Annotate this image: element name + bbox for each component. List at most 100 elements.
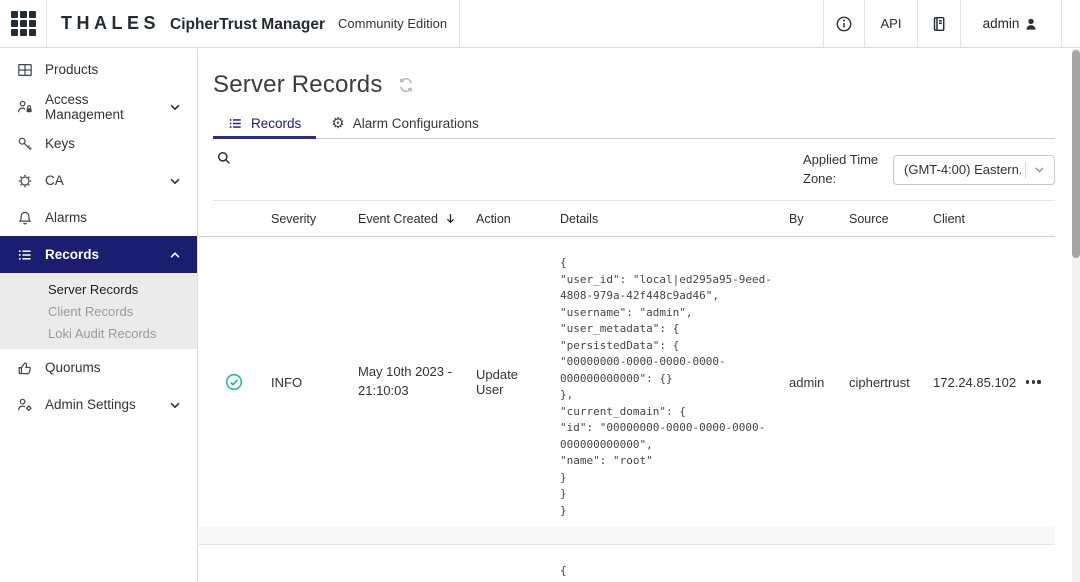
more-options-icon: [1026, 380, 1043, 383]
sidebar-item-products[interactable]: Products: [0, 51, 197, 88]
filter-row: Applied Time Zone: (GMT-4:00) Eastern...: [213, 139, 1055, 201]
bell-icon: [17, 210, 33, 226]
scrollbar-thumb[interactable]: [1072, 50, 1080, 258]
username-label: admin: [983, 16, 1020, 31]
brand-logo: THALES CipherTrust Manager: [61, 13, 325, 34]
chevron-down-icon: [168, 174, 182, 188]
app-launcher-icon[interactable]: [11, 11, 37, 37]
severity-status-cell: [213, 545, 271, 582]
search-icon[interactable]: [216, 150, 232, 166]
sidebar-item-label: Keys: [45, 136, 75, 151]
ciphertrust-manager-app: THALES CipherTrust Manager Community Edi…: [0, 0, 1080, 582]
column-event-created[interactable]: Event Created: [358, 212, 476, 226]
column-by[interactable]: By: [789, 212, 849, 226]
row-menu-button[interactable]: [1020, 380, 1055, 383]
column-source[interactable]: Source: [849, 212, 933, 226]
chevron-down-icon: [168, 398, 182, 412]
severity-cell: INFO: [271, 375, 358, 390]
sidebar-item-label: CA: [45, 173, 64, 188]
tab-records[interactable]: Records: [213, 111, 316, 139]
severity-cell: [271, 545, 358, 582]
event-created-cell: May 10th 2023 - 21:10:03: [358, 363, 468, 401]
tab-label: Records: [251, 116, 301, 131]
column-severity[interactable]: Severity: [271, 212, 358, 226]
divider: [459, 0, 460, 47]
documentation-button[interactable]: [918, 0, 960, 47]
divider: [46, 0, 47, 47]
tab-alarm-configurations[interactable]: ⚙ Alarm Configurations: [316, 111, 494, 139]
chevron-down-icon: [1033, 163, 1046, 176]
action-cell: [476, 545, 560, 582]
refresh-icon[interactable]: [397, 76, 415, 94]
user-menu-button[interactable]: admin: [961, 0, 1061, 47]
by-cell: admin: [789, 375, 849, 390]
info-icon: [835, 15, 853, 33]
column-details[interactable]: Details: [560, 212, 789, 226]
submenu-item-loki-audit-records[interactable]: Loki Audit Records: [0, 322, 197, 344]
details-cell: { "user_id": "local|ed295a95-9eed- 4808-…: [560, 237, 789, 527]
details-cell: { "user_id": "local|ed295a95-9eed-: [560, 545, 789, 582]
severity-status-cell: [213, 373, 271, 391]
divider: [1025, 162, 1026, 178]
details-json: { "user_id": "local|ed295a95-9eed- 4808-…: [560, 255, 785, 519]
action-cell: Update User: [476, 367, 560, 397]
client-cell: [933, 545, 1020, 582]
product-name: CipherTrust Manager: [170, 16, 325, 34]
column-label: Event Created: [358, 212, 438, 226]
column-client[interactable]: Client: [933, 212, 1020, 226]
source-cell: [849, 545, 933, 582]
sidebar-item-keys[interactable]: Keys: [0, 125, 197, 162]
source-cell: ciphertrust: [849, 375, 933, 390]
book-icon: [930, 15, 948, 33]
sort-descending-icon[interactable]: [444, 212, 457, 225]
sidebar-item-admin-settings[interactable]: Admin Settings: [0, 386, 197, 423]
sidebar-item-label: Records: [45, 247, 99, 262]
table-row[interactable]: INFO May 10th 2023 - 21:10:03 Update Use…: [199, 237, 1055, 527]
key-icon: [17, 136, 33, 152]
edition-label: Community Edition: [338, 16, 447, 31]
user-icon: [1023, 16, 1039, 32]
chevron-up-icon: [168, 248, 182, 262]
products-icon: [17, 62, 33, 78]
list-icon: [17, 247, 33, 263]
info-button[interactable]: [824, 0, 864, 47]
event-created-cell: [358, 545, 476, 582]
column-action[interactable]: Action: [476, 212, 560, 226]
timezone-value: (GMT-4:00) Eastern...: [904, 162, 1021, 177]
scrollbar[interactable]: [1072, 49, 1080, 582]
sidebar-item-label: Alarms: [45, 210, 87, 225]
sidebar-item-label: Admin Settings: [45, 397, 136, 412]
sidebar-nav: Products Access Management Keys CA: [0, 49, 198, 582]
table-row[interactable]: { "user_id": "local|ed295a95-9eed-: [199, 545, 1055, 582]
records-submenu: Server Records Client Records Loki Audit…: [0, 273, 197, 349]
thales-logo: THALES: [61, 13, 160, 34]
submenu-item-server-records[interactable]: Server Records: [0, 278, 197, 300]
thumbs-up-icon: [17, 360, 33, 376]
by-cell: [789, 545, 849, 582]
main-content: Server Records Records ⚙ Alarm Configura…: [199, 49, 1080, 582]
sidebar-item-label: Access Management: [45, 92, 168, 122]
sidebar-item-quorums[interactable]: Quorums: [0, 349, 197, 386]
sidebar-item-label: Products: [45, 62, 98, 77]
page-title: Server Records: [213, 71, 383, 99]
details-json: { "user_id": "local|ed295a95-9eed-: [560, 563, 785, 582]
timezone-select[interactable]: (GMT-4:00) Eastern...: [893, 155, 1055, 185]
submenu-item-client-records[interactable]: Client Records: [0, 300, 197, 322]
check-circle-icon: [225, 373, 259, 391]
sidebar-item-alarms[interactable]: Alarms: [0, 199, 197, 236]
user-gear-icon: [17, 397, 33, 413]
chevron-down-icon: [168, 100, 182, 114]
api-button[interactable]: API: [865, 0, 917, 47]
table-header-row: Severity Event Created Action Details By…: [199, 201, 1055, 237]
tab-label: Alarm Configurations: [353, 116, 479, 131]
tab-bar: Records ⚙ Alarm Configurations: [213, 111, 1055, 139]
sidebar-item-records[interactable]: Records: [0, 236, 197, 273]
top-header: THALES CipherTrust Manager Community Edi…: [0, 0, 1080, 48]
user-lock-icon: [17, 99, 33, 115]
sidebar-item-label: Quorums: [45, 360, 101, 375]
certificate-seal-icon: [17, 173, 33, 189]
sidebar-item-access-management[interactable]: Access Management: [0, 88, 197, 125]
sidebar-item-ca[interactable]: CA: [0, 162, 197, 199]
timezone-label: Applied Time Zone:: [803, 151, 881, 189]
row-menu-cell: [1020, 545, 1055, 582]
